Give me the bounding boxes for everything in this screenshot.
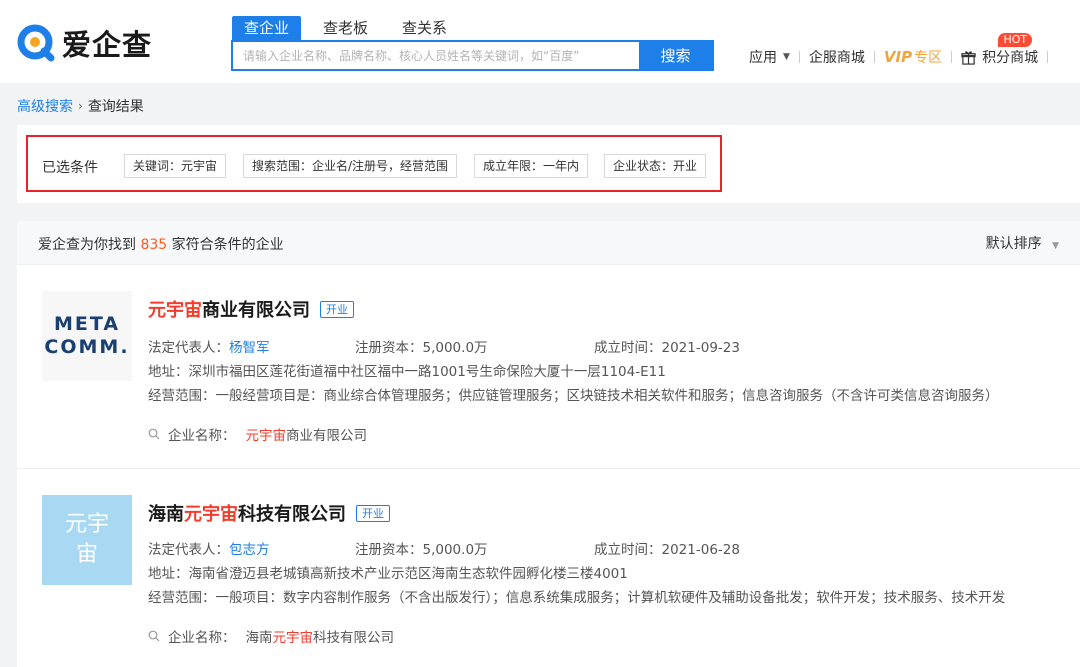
tab-boss[interactable]: 查老板 [311,16,380,40]
nav-divider [951,51,953,63]
condition-chip-founded[interactable]: 成立年限：一年内 [474,154,589,178]
match-part: 科技有限公司 [313,630,394,646]
selected-conditions-panel: 已选条件 关键词：元宇宙 搜索范围：企业名/注册号，经营范围 成立年限：一年内 … [17,125,1080,203]
condition-chip-keyword[interactable]: 关键词：元宇宙 [124,154,227,178]
found-suffix: 家符合条件的企业 [171,237,284,253]
tab-company[interactable]: 查企业 [232,16,302,40]
company-name[interactable]: 元宇宙 商业有限公司 开业 [148,296,354,322]
vip-label: VIP [883,48,913,66]
registered-capital: 注册资本：5,000.0万 [355,542,488,558]
tab-relation[interactable]: 查关系 [390,16,459,40]
match-info: 企业名称： 海南元宇宙科技有限公司 [148,626,394,646]
result-count-text: 爱企查为你找到 835 家符合条件的企业 [38,234,284,254]
logo-line: META [53,313,121,335]
status-badge: 开业 [356,504,390,522]
points-mall-label: 积分商城 [982,50,1039,66]
found-prefix: 爱企查为你找到 [38,237,136,253]
logo-line: 元宇 [64,512,109,537]
business-scope: 经营范围：一般项目：数字内容制作服务（不含出版发行）；信息系统集成服务；计算机软… [148,590,1006,606]
top-nav: 应用 ▼ 企服商城 VIP 专区 积分商城 HOT [749,33,1057,67]
caret-down-icon: ▼ [783,52,790,62]
company-logo[interactable]: META COMM. [42,291,132,381]
hot-badge: HOT [998,33,1033,47]
legal-rep-link[interactable]: 包志方 [229,542,270,558]
search-button[interactable]: 搜索 [639,42,712,69]
nav-divider [798,51,800,63]
nav-divider [873,51,875,63]
company-address: 地址：海南省澄迈县老城镇高新技术产业示范区海南生态软件园孵化楼三楼4001 [148,566,628,582]
site-logo[interactable]: 爱企查 [16,22,152,64]
nav-apps-label: 应用 [749,50,777,66]
company-name[interactable]: 海南 元宇宙 科技有限公司 开业 [148,500,390,526]
legal-rep-label: 法定代表人： [148,542,229,558]
name-keyword: 元宇宙 [184,504,238,525]
top-header: 爱企查 查企业 查老板 查关系 搜索 应用 ▼ 企服商城 VIP 专区 [0,0,1080,83]
search-icon [148,630,160,642]
logo-text: 爱企查 [62,28,153,62]
result-count: 835 [140,237,168,253]
logo-line: 宙 [75,542,98,567]
match-info: 企业名称： 元宇宙商业有限公司 [148,424,367,444]
sort-dropdown[interactable]: 默认排序 ▼ [986,233,1059,253]
nav-vip-zone[interactable]: VIP 专区 [884,47,942,67]
condition-chip-scope[interactable]: 搜索范围：企业名/注册号，经营范围 [243,154,458,178]
breadcrumb: 高级搜索 › 查询结果 [17,96,144,116]
gift-icon [961,50,976,65]
match-keyword: 元宇宙 [272,630,314,646]
breadcrumb-current: 查询结果 [87,99,144,115]
nav-divider [1047,51,1049,63]
name-part: 海南 [148,504,184,525]
match-part: 海南 [245,630,273,646]
selected-conditions-label: 已选条件 [42,160,98,176]
chevron-right-icon: › [78,99,83,113]
search-box: 搜索 [231,40,714,71]
sort-label: 默认排序 [985,236,1042,252]
results-header: 爱企查为你找到 835 家符合条件的企业 默认排序 ▼ [17,221,1080,265]
vip-zone-label: 专区 [914,50,943,66]
business-scope: 经营范围：一般经营项目是：商业综合体管理服务；供应链管理服务；区块链技术相关软件… [148,388,999,404]
logo-search-icon [17,24,55,62]
result-item: META COMM. 元宇宙 商业有限公司 开业 法定代表人：杨智军 注册资本：… [17,266,1080,469]
status-badge: 开业 [320,300,354,318]
logo-line: COMM. [44,336,130,358]
match-value: 元宇宙商业有限公司 [246,424,368,444]
founded-date: 成立时间：2021-06-28 [594,542,740,558]
match-part: 商业有限公司 [286,428,367,444]
match-label: 企业名称： [168,428,236,444]
registered-capital: 注册资本：5,000.0万 [355,340,488,356]
match-value: 海南元宇宙科技有限公司 [246,626,395,646]
nav-apps[interactable]: 应用 ▼ [749,47,790,67]
search-tabs: 查企业 查老板 查关系 [232,16,469,40]
result-item: 元宇 宙 海南 元宇宙 科技有限公司 开业 法定代表人：包志方 注册资本：5,0… [17,470,1080,667]
founded-date: 成立时间：2021-09-23 [594,340,740,356]
name-part: 科技有限公司 [238,504,346,525]
results-panel: 爱企查为你找到 835 家符合条件的企业 默认排序 ▼ META COMM. 元… [17,221,1080,667]
legal-rep-link[interactable]: 杨智军 [229,340,270,356]
match-label: 企业名称： [168,630,236,646]
nav-mall[interactable]: 企服商城 [809,47,865,67]
nav-points-mall[interactable]: 积分商城 HOT [961,33,1039,67]
search-input[interactable] [233,42,639,69]
breadcrumb-advanced-search[interactable]: 高级搜索 [17,96,73,116]
company-address: 地址：深圳市福田区莲花街道福中社区福中一路1001号生命保险大厦十一层1104-… [148,364,666,380]
name-keyword: 元宇宙 [148,300,202,321]
legal-rep: 法定代表人：杨智军 [148,336,270,356]
caret-down-icon: ▼ [1052,241,1059,251]
search-icon [148,428,160,440]
legal-rep-label: 法定代表人： [148,340,229,356]
legal-rep: 法定代表人：包志方 [148,538,270,558]
name-part: 商业有限公司 [202,300,310,321]
condition-chip-status[interactable]: 企业状态：开业 [604,154,707,178]
match-keyword: 元宇宙 [245,428,287,444]
company-logo[interactable]: 元宇 宙 [42,495,132,585]
